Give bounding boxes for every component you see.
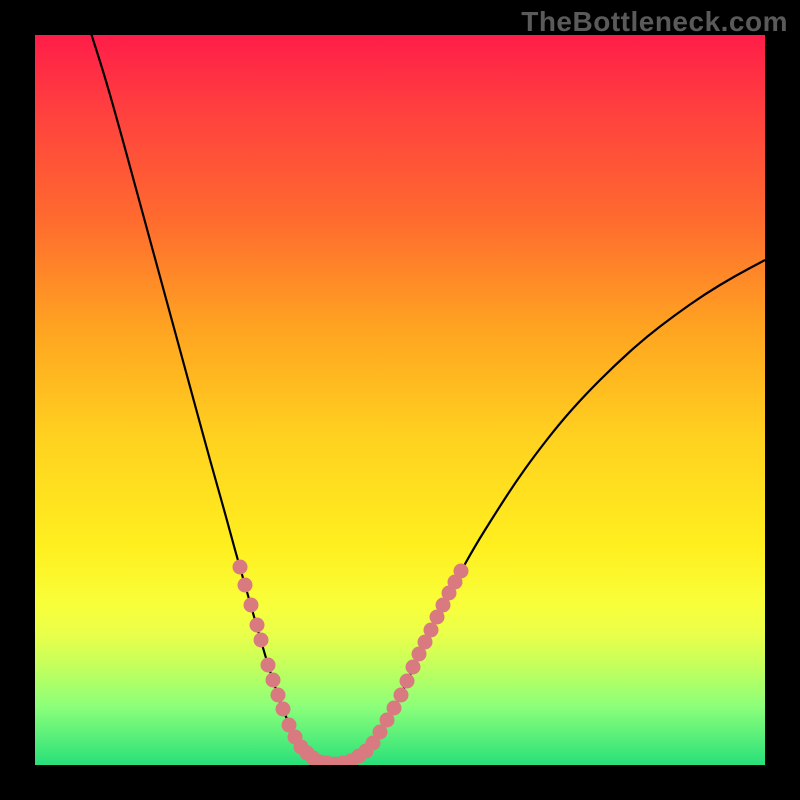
data-point bbox=[406, 660, 421, 675]
watermark-text: TheBottleneck.com bbox=[521, 6, 788, 38]
data-point bbox=[387, 701, 402, 716]
data-point bbox=[271, 688, 286, 703]
data-point bbox=[394, 688, 409, 703]
data-point bbox=[276, 702, 291, 717]
data-point bbox=[244, 598, 259, 613]
data-point bbox=[266, 673, 281, 688]
data-point bbox=[254, 633, 269, 648]
data-point bbox=[250, 618, 265, 633]
data-point bbox=[238, 578, 253, 593]
chart-frame: TheBottleneck.com bbox=[0, 0, 800, 800]
data-point bbox=[454, 564, 469, 579]
data-point bbox=[400, 674, 415, 689]
bottleneck-curve bbox=[90, 35, 765, 764]
data-point bbox=[233, 560, 248, 575]
highlight-points-group bbox=[233, 560, 469, 766]
data-point bbox=[424, 623, 439, 638]
data-point bbox=[261, 658, 276, 673]
curve-layer bbox=[35, 35, 765, 765]
plot-area bbox=[35, 35, 765, 765]
